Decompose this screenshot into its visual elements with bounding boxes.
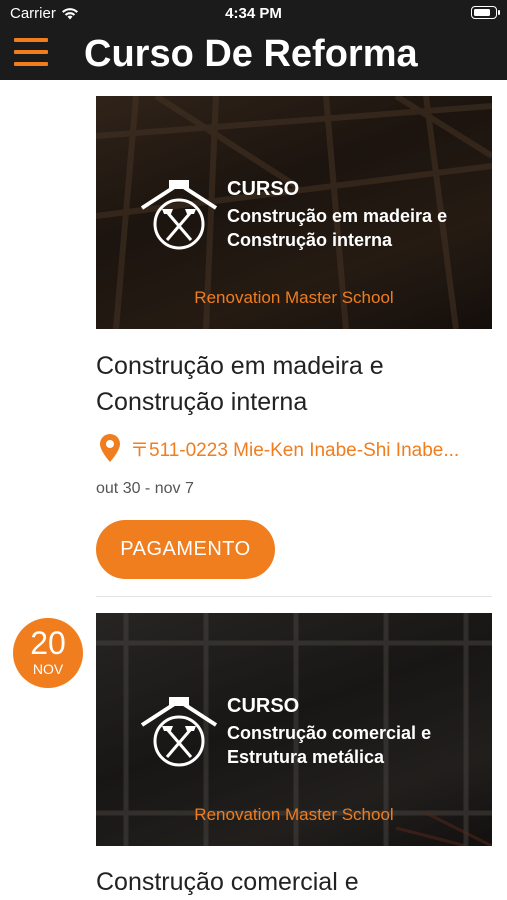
school-name: Renovation Master School [194,288,394,307]
rms-logo [140,180,218,250]
map-pin-icon [100,434,120,462]
nav-bar: Curso De Reforma [0,28,507,80]
payment-button[interactable]: PAGAMENTO [96,520,275,579]
course-image-name: Construção comercial e Estrutura metálic… [227,723,432,767]
course-image[interactable]: CURSO Construção comercial e Estrutura m… [96,613,492,846]
course-list[interactable]: CURSO Construção em madeira e Construção… [0,80,507,900]
rms-logo [140,697,218,767]
status-bar: Carrier 4:34 PM [0,0,507,28]
course-label: CURSO [227,178,300,200]
course-label: CURSO [227,695,300,717]
battery-icon [471,6,500,19]
date-badge-month: NOV [32,661,64,677]
divider [96,596,492,597]
course-location[interactable]: 〒511-0223 Mie-Ken Inabe-Shi Inabe... [100,434,490,462]
course-title[interactable]: Construção em madeira e Construção inter… [96,348,496,420]
course-dates: out 30 - nov 7 [96,480,194,497]
course-address: 〒511-0223 Mie-Ken Inabe-Shi Inabe... [130,439,460,461]
course-image[interactable]: CURSO Construção em madeira e Construção… [96,96,492,329]
course-image-name: Construção em madeira e Construção inter… [227,206,448,250]
hamburger-menu-icon[interactable] [14,38,48,66]
date-badge: 20 NOV [13,618,83,688]
date-badge-day: 20 [30,625,66,661]
course-title[interactable]: Construção comercial e [96,864,496,900]
status-time: 4:34 PM [225,5,282,22]
page-title: Curso De Reforma [84,33,418,75]
school-name: Renovation Master School [194,805,394,824]
